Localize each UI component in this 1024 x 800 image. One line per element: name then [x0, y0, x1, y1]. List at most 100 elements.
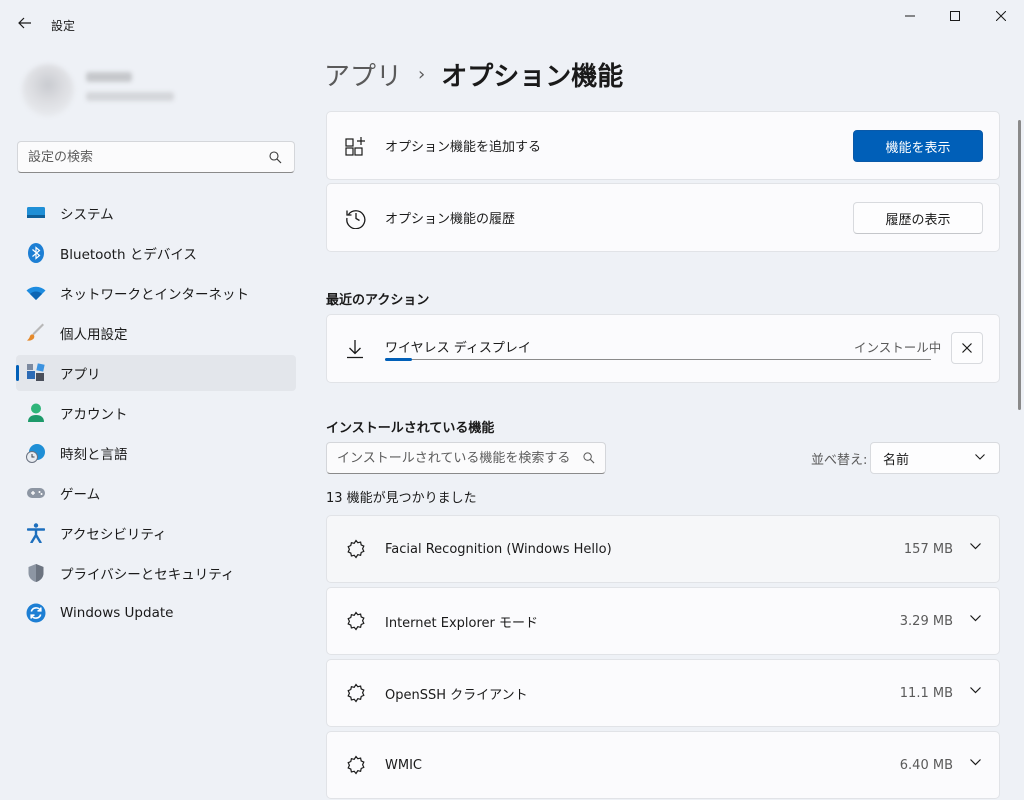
sidebar-item-time-language[interactable]: 時刻と言語: [16, 435, 296, 471]
puzzle-gear-icon: [345, 754, 367, 776]
add-feature-label: オプション機能を追加する: [385, 140, 542, 155]
window-title: 設定: [51, 19, 76, 33]
feature-row[interactable]: WMIC 6.40 MB: [326, 731, 1000, 799]
close-icon: [962, 343, 972, 353]
install-status: インストール中: [854, 340, 942, 355]
sidebar-item-apps[interactable]: アプリ: [16, 355, 296, 391]
chevron-down-icon[interactable]: [970, 759, 981, 766]
update-icon: [26, 603, 46, 623]
puzzle-gear-icon: [345, 538, 367, 560]
features-found-count: 13 機能が見つかりました: [326, 491, 477, 506]
sidebar-item-network[interactable]: ネットワークとインターネット: [16, 275, 296, 311]
breadcrumb-separator-icon: ›: [418, 64, 426, 85]
sidebar-item-label: アクセシビリティ: [60, 527, 167, 543]
feature-history-label: オプション機能の履歴: [385, 212, 516, 227]
sort-dropdown[interactable]: 名前: [870, 442, 1000, 474]
minimize-button[interactable]: [887, 0, 933, 32]
maximize-button[interactable]: [932, 0, 978, 32]
search-icon[interactable]: [269, 151, 282, 164]
sidebar-item-label: アカウント: [60, 407, 128, 423]
sidebar-item-personalization[interactable]: 個人用設定: [16, 315, 296, 351]
breadcrumb-parent[interactable]: アプリ: [324, 56, 402, 93]
sort-label: 並べ替え:: [811, 453, 868, 468]
bluetooth-icon: [26, 243, 46, 263]
sidebar-item-label: アプリ: [60, 367, 101, 383]
feature-name: Facial Recognition (Windows Hello): [385, 541, 612, 557]
chevron-down-icon: [975, 454, 985, 460]
cancel-install-button[interactable]: [951, 332, 983, 364]
download-icon: [344, 338, 366, 360]
back-button[interactable]: [14, 12, 36, 34]
installed-features-search-input[interactable]: [327, 443, 572, 473]
installed-features-heading: インストールされている機能: [326, 421, 495, 436]
scrollbar[interactable]: [1018, 120, 1021, 410]
brush-icon: [26, 323, 46, 343]
sidebar-item-accessibility[interactable]: アクセシビリティ: [16, 515, 296, 551]
feature-size: 11.1 MB: [899, 686, 953, 701]
feature-size: 3.29 MB: [899, 614, 953, 629]
page-title: オプション機能: [441, 62, 624, 92]
add-feature-card: オプション機能を追加する 機能を表示: [326, 111, 1000, 180]
install-progress-fill: [385, 358, 413, 361]
wifi-icon: [26, 283, 46, 303]
history-icon: [345, 207, 367, 229]
close-icon: [996, 11, 1006, 21]
sidebar-item-label: プライバシーとセキュリティ: [60, 567, 235, 583]
search-icon[interactable]: [583, 452, 595, 464]
apps-icon: [26, 363, 46, 383]
gamepad-icon: [26, 483, 46, 503]
install-progress-bar: [385, 358, 931, 361]
sidebar-item-label: ゲーム: [60, 487, 101, 503]
puzzle-gear-icon: [345, 682, 367, 704]
feature-row[interactable]: OpenSSH クライアント 11.1 MB: [326, 659, 1000, 727]
sidebar-item-gaming[interactable]: ゲーム: [16, 475, 296, 511]
sidebar-item-label: 個人用設定: [60, 327, 128, 343]
feature-size: 6.40 MB: [899, 758, 953, 773]
view-history-button[interactable]: 履歴の表示: [853, 202, 983, 234]
puzzle-gear-icon: [345, 610, 367, 632]
feature-name: Internet Explorer モード: [385, 615, 539, 631]
recent-actions-heading: 最近のアクション: [326, 293, 430, 308]
shield-icon: [26, 563, 46, 583]
chevron-down-icon[interactable]: [970, 543, 981, 550]
sidebar-item-label: Bluetooth とデバイス: [60, 247, 197, 263]
sidebar-nav: システム Bluetooth とデバイス ネットワークとインターネット 個人用設…: [16, 195, 296, 635]
sidebar-item-label: ネットワークとインターネット: [60, 287, 249, 303]
add-feature-icon: [345, 135, 367, 157]
sidebar-item-label: 時刻と言語: [60, 447, 128, 463]
sidebar-item-privacy[interactable]: プライバシーとセキュリティ: [16, 555, 296, 591]
back-arrow-icon: [18, 17, 31, 29]
profile-name-redacted: [86, 72, 132, 82]
sidebar-item-windows-update[interactable]: Windows Update: [16, 595, 296, 631]
feature-size: 157 MB: [903, 542, 953, 557]
settings-search-box: [17, 141, 295, 173]
feature-name: WMIC: [385, 757, 422, 773]
clock-globe-icon: [26, 443, 46, 463]
chevron-down-icon[interactable]: [970, 615, 981, 622]
installed-search-box: [326, 442, 606, 474]
account-icon: [26, 403, 46, 423]
profile-email-redacted: [86, 92, 174, 101]
chevron-down-icon[interactable]: [970, 687, 981, 694]
installing-feature-name: ワイヤレス ディスプレイ: [385, 341, 531, 356]
feature-row[interactable]: Facial Recognition (Windows Hello) 157 M…: [326, 515, 1000, 583]
minimize-icon: [905, 15, 915, 17]
avatar: [22, 64, 74, 116]
maximize-icon: [950, 11, 960, 21]
feature-row[interactable]: Internet Explorer モード 3.29 MB: [326, 587, 1000, 655]
close-button[interactable]: [978, 0, 1024, 32]
accessibility-icon: [26, 523, 46, 543]
recent-action-card: ワイヤレス ディスプレイ インストール中: [326, 314, 1000, 383]
view-features-button[interactable]: 機能を表示: [853, 130, 983, 162]
feature-name: OpenSSH クライアント: [385, 687, 528, 703]
sidebar-item-system[interactable]: システム: [16, 195, 296, 231]
user-profile[interactable]: [20, 60, 200, 120]
sidebar-item-label: Windows Update: [60, 605, 174, 621]
breadcrumb: アプリ › オプション機能: [324, 56, 623, 93]
sidebar-item-label: システム: [60, 207, 114, 223]
system-icon: [26, 203, 46, 223]
feature-history-card: オプション機能の履歴 履歴の表示: [326, 183, 1000, 252]
settings-search-input[interactable]: [18, 142, 258, 172]
sidebar-item-bluetooth[interactable]: Bluetooth とデバイス: [16, 235, 296, 271]
sidebar-item-accounts[interactable]: アカウント: [16, 395, 296, 431]
